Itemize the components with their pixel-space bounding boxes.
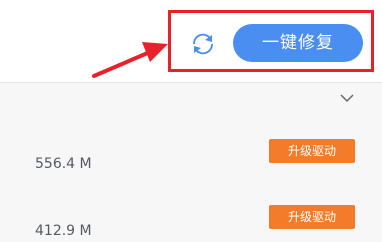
refresh-icon[interactable] — [189, 30, 217, 58]
driver-size-2: 412.9 M — [35, 223, 92, 239]
update-driver-button-2[interactable]: 升级驱动 — [269, 205, 355, 229]
one-click-repair-button[interactable]: 一键修复 — [233, 24, 363, 62]
red-arrow-icon — [92, 42, 168, 78]
driver-size-1: 556.4 M — [35, 156, 92, 172]
update-driver-button-1[interactable]: 升级驱动 — [269, 139, 355, 163]
chevron-down-icon[interactable] — [338, 91, 356, 105]
